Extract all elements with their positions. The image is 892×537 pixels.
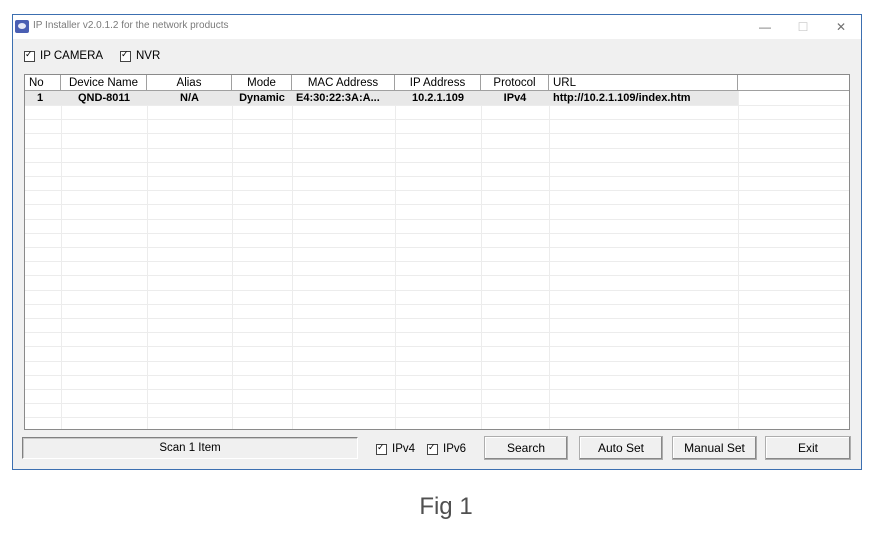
cell-no: 1 [36,92,44,104]
grid-row-line [25,219,849,220]
grid-row-line [25,275,849,276]
grid-row-line [25,261,849,262]
auto-set-button[interactable]: Auto Set [579,436,663,460]
grid-row-line [25,204,849,205]
window-title: IP Installer v2.0.1.2 for the network pr… [33,20,229,31]
grid-row-line [25,304,849,305]
column-header-filler [738,75,849,91]
column-header-protocol[interactable]: Protocol [481,75,549,91]
grid-row-line [25,105,849,106]
exit-button[interactable]: Exit [765,436,851,460]
cell-alias: N/A [180,92,199,104]
minimize-button[interactable]: — [755,19,775,35]
column-header-ip-address[interactable]: IP Address [395,75,481,91]
checkbox-checked-icon [376,442,387,455]
grid-column-line [61,91,62,429]
grid-column-line [292,91,293,429]
close-button[interactable]: ✕ [831,19,851,35]
column-header-no[interactable]: No [25,75,61,91]
column-header-alias[interactable]: Alias [147,75,232,91]
grid-row-line [25,389,849,390]
cell-ip-address: 10.2.1.109 [412,92,464,104]
column-header-mode[interactable]: Mode [232,75,292,91]
column-header-device-name[interactable]: Device Name [61,75,147,91]
maximize-button[interactable]: ☐ [793,19,813,35]
ipv4-label: IPv4 [392,443,416,455]
checkbox-checked-icon [120,49,131,62]
grid-row-line [25,290,849,291]
grid-column-line [395,91,396,429]
manual-set-button[interactable]: Manual Set [672,436,757,460]
cell-mac-address: E4:30:22:3A:A... [296,92,380,104]
grid-row-line [25,318,849,319]
ipv6-checkbox[interactable]: IPv6 [427,442,467,455]
column-header-mac-address[interactable]: MAC Address [292,75,395,91]
nvr-checkbox[interactable]: NVR [120,49,161,62]
checkbox-checked-icon [24,49,35,62]
grid-row-line [25,375,849,376]
grid-row-line [25,417,849,418]
grid-row-line [25,162,849,163]
cell-mode: Dynamic [239,92,285,104]
cell-device-name: QND-8011 [78,92,130,104]
grid-column-line [481,91,482,429]
nvr-label: NVR [136,50,161,62]
grid-row-line [25,247,849,248]
grid-row-line [25,176,849,177]
title-bar: IP Installer v2.0.1.2 for the network pr… [13,15,861,39]
grid-row-line [25,233,849,234]
ip-installer-window: IP Installer v2.0.1.2 for the network pr… [12,14,862,470]
grid-column-line [232,91,233,429]
figure-caption: Fig 1 [419,493,473,520]
device-list[interactable]: No Device Name Alias Mode MAC Address IP… [24,74,850,430]
ip-camera-label: IP CAMERA [40,50,104,62]
grid-row-line [25,346,849,347]
ip-camera-checkbox[interactable]: IP CAMERA [24,49,104,62]
ipv6-label: IPv6 [443,443,467,455]
column-header-url[interactable]: URL [549,75,738,91]
grid-column-line [147,91,148,429]
cell-protocol: IPv4 [503,92,527,104]
app-eye-icon [15,20,29,33]
scan-status-field: Scan 1 Item [22,437,358,459]
grid-column-line [738,91,739,429]
grid-row-line [25,119,849,120]
cell-url: http://10.2.1.109/index.htm [553,92,691,104]
grid-row-line [25,332,849,333]
grid-row-line [25,133,849,134]
grid-row-line [25,190,849,191]
search-button[interactable]: Search [484,436,568,460]
grid-row-line [25,361,849,362]
grid-row-line [25,403,849,404]
checkbox-checked-icon [427,442,438,455]
grid-row-line [25,148,849,149]
grid-column-line [549,91,550,429]
ipv4-checkbox[interactable]: IPv4 [376,442,416,455]
